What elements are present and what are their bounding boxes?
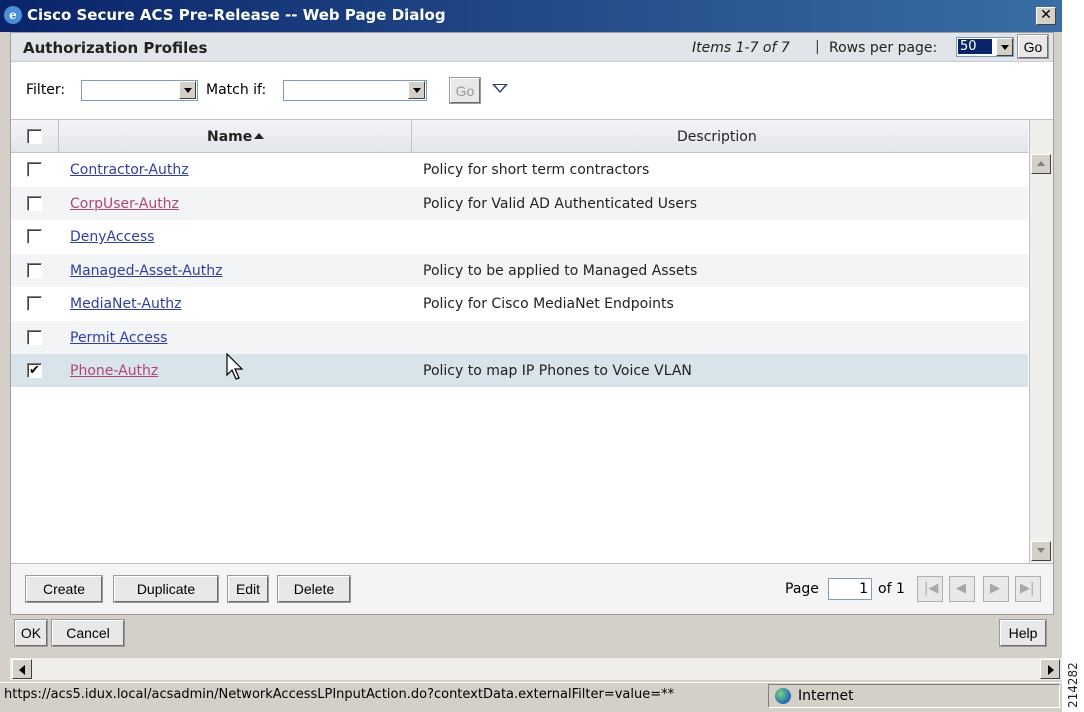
sort-ascending-icon	[254, 133, 264, 139]
next-page-icon: ▶	[990, 581, 1000, 596]
column-divider	[411, 120, 412, 153]
table-row[interactable]	[11, 220, 1028, 253]
last-page-icon: ▶|	[1020, 581, 1035, 596]
next-page-button[interactable]: ▶	[983, 576, 1009, 602]
scroll-right-icon[interactable]	[1040, 659, 1060, 679]
row-checkbox[interactable]	[27, 330, 42, 345]
column-divider	[58, 120, 59, 153]
globe-icon	[775, 688, 791, 704]
figure-code-text: 214282	[1066, 662, 1080, 708]
filter-go-button[interactable]: Go	[450, 78, 480, 103]
horizontal-scrollbar[interactable]	[10, 658, 1062, 680]
edit-button[interactable]: Edit	[228, 576, 268, 602]
row-checkbox[interactable]	[27, 229, 42, 244]
profile-name-link[interactable]: Permit Access	[70, 330, 167, 346]
rows-go-button[interactable]: Go	[1018, 35, 1048, 58]
rows-per-page-value[interactable]: 50	[958, 39, 992, 54]
profile-description: Policy for Cisco MediaNet Endpoints	[423, 296, 674, 312]
profile-description: Policy for short term contractors	[423, 162, 650, 178]
profile-description: Policy to be applied to Managed Assets	[423, 263, 698, 279]
column-header-name[interactable]: Name	[207, 129, 252, 145]
row-checkbox[interactable]	[27, 196, 42, 211]
header-separator: |	[815, 39, 820, 55]
profile-name-link[interactable]: Managed-Asset-Authz	[70, 263, 222, 279]
grid-header	[11, 120, 1028, 153]
page-number-input[interactable]: 1	[828, 578, 872, 600]
first-page-icon: |◀	[924, 581, 939, 596]
mouse-pointer-icon	[226, 353, 244, 380]
chevron-down-icon[interactable]	[179, 81, 196, 99]
ie-icon: e	[4, 6, 22, 24]
profile-name-link[interactable]: CorpUser-Authz	[70, 196, 179, 212]
first-page-button[interactable]: |◀	[917, 576, 943, 602]
vertical-scrollbar[interactable]	[1029, 120, 1053, 563]
previous-page-button[interactable]: ◀	[949, 576, 975, 602]
zone-label: Internet	[798, 688, 854, 704]
match-if-select[interactable]	[283, 80, 427, 101]
row-checkbox[interactable]	[27, 263, 42, 278]
column-header-description[interactable]: Description	[677, 129, 757, 145]
profile-name-link[interactable]: DenyAccess	[70, 229, 154, 245]
chevron-down-icon[interactable]	[408, 81, 425, 99]
checkmark-icon: ✔	[29, 363, 40, 378]
previous-page-icon: ◀	[956, 581, 966, 596]
filter-label: Filter:	[26, 82, 66, 98]
select-all-checkbox[interactable]	[27, 129, 42, 144]
duplicate-button[interactable]: Duplicate	[114, 576, 218, 602]
scroll-up-icon[interactable]	[1031, 154, 1051, 174]
ok-button[interactable]: OK	[15, 620, 47, 646]
profile-description: Policy to map IP Phones to Voice VLAN	[423, 363, 692, 379]
help-button[interactable]: Help	[1000, 620, 1046, 646]
create-button[interactable]: Create	[26, 576, 102, 602]
profile-name-link[interactable]: MediaNet-Authz	[70, 296, 182, 312]
delete-button[interactable]: Delete	[278, 576, 350, 602]
cancel-button[interactable]: Cancel	[52, 620, 124, 646]
profile-description: Policy for Valid AD Authenticated Users	[423, 196, 698, 212]
window-title: Cisco Secure ACS Pre-Release -- Web Page…	[27, 6, 446, 24]
chevron-down-icon[interactable]	[996, 38, 1013, 56]
close-button[interactable]: ✕	[1036, 7, 1056, 25]
panel-title: Authorization Profiles	[23, 39, 208, 57]
profile-name-link[interactable]: Contractor-Authz	[70, 162, 189, 178]
row-checkbox[interactable]: ✔	[27, 363, 42, 378]
row-checkbox[interactable]	[27, 162, 42, 177]
scroll-down-icon[interactable]	[1031, 541, 1051, 561]
items-count: Items 1-7 of 7	[692, 40, 790, 56]
row-checkbox[interactable]	[27, 296, 42, 311]
last-page-button[interactable]: ▶|	[1015, 576, 1041, 602]
figure-code: 214282	[1066, 660, 1082, 708]
match-if-label: Match if:	[206, 82, 267, 98]
page-label: Page	[785, 581, 819, 597]
filter-options-icon-inner	[495, 85, 505, 91]
profile-name-link[interactable]: Phone-Authz	[70, 363, 158, 379]
rows-per-page-label: Rows per page:	[829, 40, 938, 56]
scroll-left-icon[interactable]	[12, 659, 32, 679]
status-url: https://acs5.idux.local/acsadmin/Network…	[4, 687, 675, 702]
page-total: of 1	[878, 581, 905, 597]
